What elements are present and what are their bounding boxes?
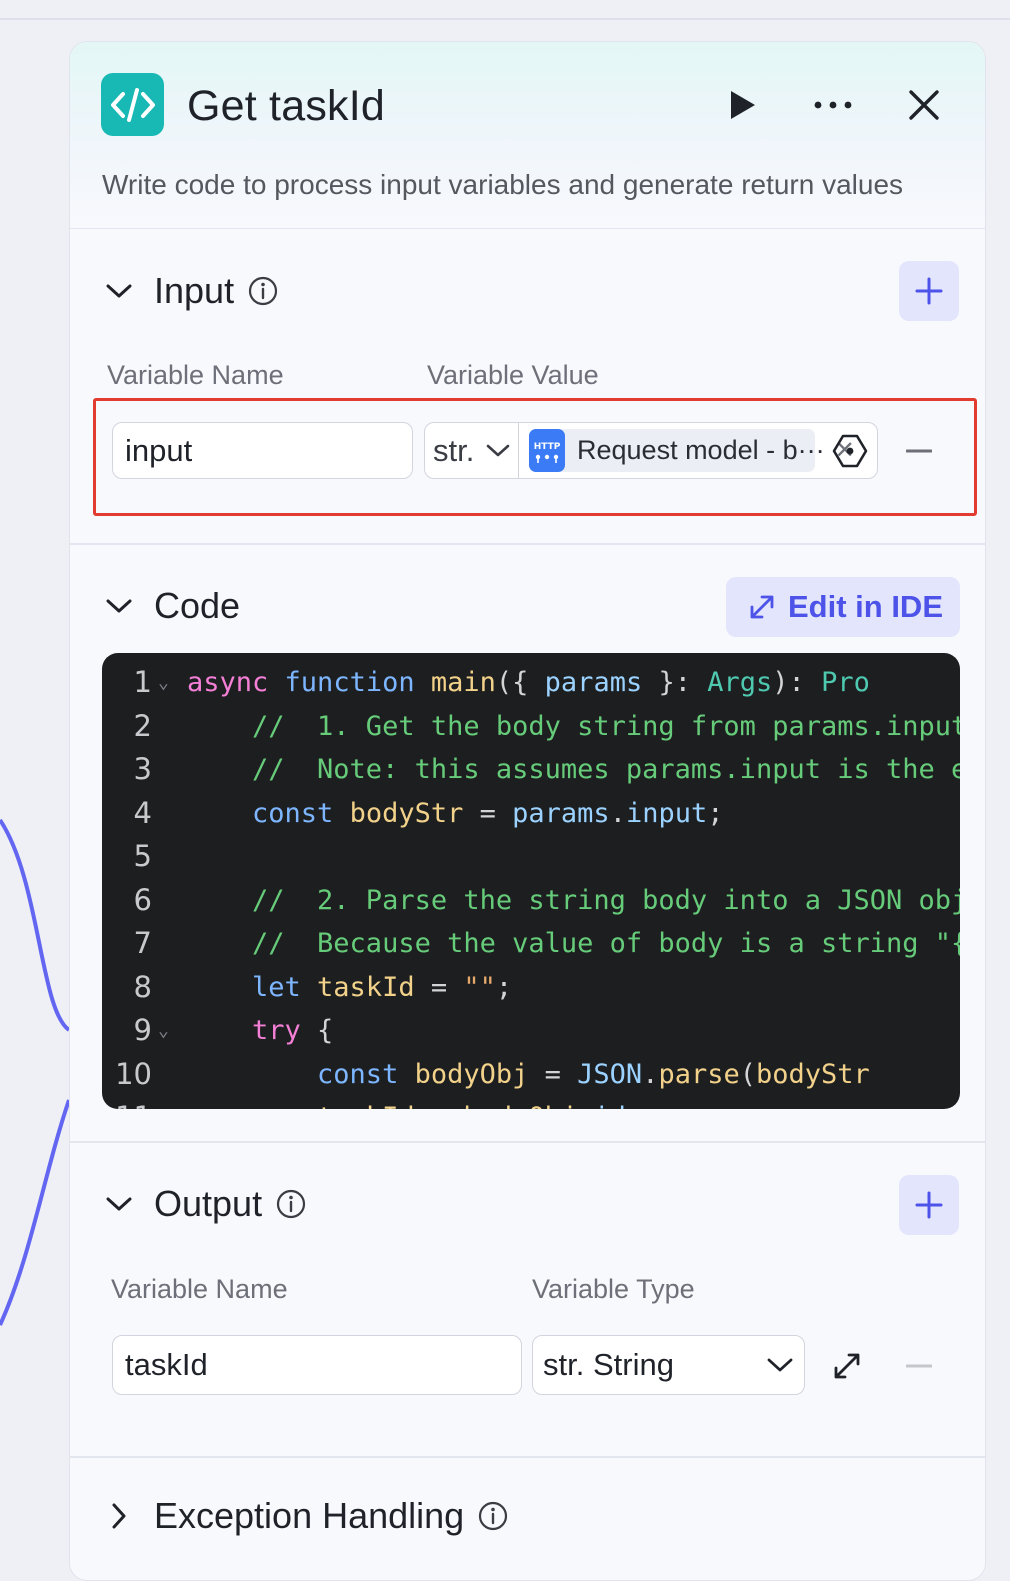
line-number: 3: [133, 752, 152, 786]
add-input-button[interactable]: [899, 261, 959, 321]
input-variable-name-value: input: [125, 432, 193, 468]
plus-icon: [915, 277, 943, 305]
output-variable-name-field[interactable]: taskId: [112, 1335, 522, 1395]
edit-in-ide-button[interactable]: Edit in IDE: [726, 577, 960, 637]
chevron-down-icon[interactable]: [106, 593, 132, 619]
code-line[interactable]: 2 // 1. Get the body string from params.…: [102, 705, 960, 748]
run-button[interactable]: [719, 82, 765, 128]
output-col-type-label: Variable Type: [532, 1274, 695, 1304]
plus-icon: [915, 1191, 943, 1219]
expand-icon: [750, 595, 774, 619]
code-text: // Note: this assumes params.input is th…: [252, 754, 960, 785]
run-icon: [731, 91, 755, 119]
code-section-title: Code: [154, 585, 241, 626]
node-description: Write code to process input variables an…: [102, 169, 904, 200]
output-type-value: str. String: [543, 1347, 674, 1382]
input-section-header[interactable]: Input: [106, 270, 278, 312]
code-icon: [101, 73, 164, 136]
input-type-select[interactable]: str.: [425, 423, 519, 478]
line-number: 7: [133, 926, 152, 960]
output-section-title: Output: [154, 1183, 263, 1224]
exception-section-header[interactable]: Exception Handling: [106, 1495, 508, 1537]
code-line[interactable]: 1 ⌄ async function main({ params }: Args):…: [102, 661, 960, 704]
chevron-right-icon[interactable]: [106, 1503, 132, 1529]
svg-text:HTTP: HTTP: [534, 442, 561, 452]
minus-icon: [906, 449, 932, 453]
chevron-down-icon: [487, 444, 510, 456]
code-line[interactable]: 3 // Note: this assumes params.input is …: [102, 748, 960, 791]
output-col-name-label: Variable Name: [111, 1274, 288, 1304]
minus-icon: [906, 1364, 932, 1368]
expand-output-icon[interactable]: [825, 1344, 869, 1388]
code-line[interactable]: 6 // 2. Parse the string body into a JSO…: [102, 879, 960, 922]
add-output-button[interactable]: [899, 1175, 959, 1235]
code-line[interactable]: 7 // Because the value of body is a stri…: [102, 922, 960, 965]
line-number: 8: [133, 969, 152, 1004]
panel-header: Get taskId Write code to process input v…: [70, 42, 985, 229]
http-icon: HTTP: [529, 429, 565, 472]
variable-picker-icon[interactable]: [831, 432, 869, 470]
code-line[interactable]: 8 let taskId = "";: [102, 966, 960, 1009]
line-number: 11: [102, 1096, 152, 1109]
more-button[interactable]: [810, 82, 856, 128]
output-type-select[interactable]: str. String: [532, 1335, 805, 1395]
code-text: // Because the value of body is a string…: [252, 928, 960, 959]
code-text: // 2. Parse the string body into a JSON …: [187, 884, 960, 916]
code-editor[interactable]: 1 ⌄ async function main({ params }: Args):…: [102, 653, 960, 1109]
output-section-header[interactable]: Output: [106, 1183, 306, 1225]
line-number: 5: [133, 839, 152, 873]
code-line[interactable]: 5: [102, 835, 960, 878]
code-line[interactable]: 11 taskId = bodyObj.id;: [102, 1096, 960, 1109]
code-text: // 1. Get the body string from params.in…: [187, 710, 960, 742]
close-icon: [909, 90, 939, 120]
chevron-down-icon: [767, 1358, 793, 1371]
input-col-name-label: Variable Name: [107, 360, 284, 390]
info-icon[interactable]: [478, 1501, 508, 1531]
node-title[interactable]: Get taskId: [187, 82, 385, 131]
more-icon: [814, 101, 852, 109]
code-text: try {: [187, 1015, 334, 1046]
variable-reference-tag[interactable]: HTTP Request model - b··· ✕: [529, 429, 855, 472]
variable-reference-label: Request model - b···: [577, 435, 825, 465]
input-variable-value: str. HTTP Request model - b··· ✕: [424, 422, 878, 479]
remove-output-button[interactable]: [899, 1346, 939, 1386]
line-number: 1: [133, 665, 152, 699]
chevron-down-icon[interactable]: [106, 278, 132, 304]
node-config-panel: Get taskId Write code to process input v…: [69, 41, 986, 1581]
code-text: let taskId = "";: [187, 971, 513, 1003]
line-number: 4: [133, 795, 152, 830]
line-number: 9: [133, 1013, 152, 1047]
line-number: 10: [115, 1056, 152, 1091]
info-icon[interactable]: [248, 276, 278, 306]
code-line[interactable]: 9 ⌄ try {: [102, 1009, 960, 1052]
edit-in-ide-label: Edit in IDE: [788, 589, 943, 624]
close-button[interactable]: [901, 82, 947, 128]
input-section-title: Input: [154, 270, 235, 311]
code-section-header[interactable]: Code: [106, 585, 240, 627]
section-divider: [70, 1141, 985, 1143]
section-divider: [70, 543, 985, 545]
input-type-value: str.: [433, 432, 475, 468]
fold-chevron-icon[interactable]: ⌄: [158, 661, 169, 704]
code-text: const bodyObj = JSON.parse(bodyStr: [187, 1058, 870, 1090]
info-icon[interactable]: [276, 1189, 306, 1219]
workflow-edge: [0, 818, 70, 1326]
section-divider: [70, 1456, 985, 1458]
input-variable-name-field[interactable]: input: [112, 422, 413, 479]
code-line[interactable]: 4 const bodyStr = params.input;: [102, 792, 960, 835]
line-number: 6: [133, 882, 152, 917]
line-number: 2: [133, 708, 152, 743]
output-variable-name-value: taskId: [125, 1347, 208, 1382]
code-text: const bodyStr = params.input;: [187, 797, 724, 829]
remove-input-button[interactable]: [899, 431, 939, 471]
exception-section-title: Exception Handling: [154, 1495, 465, 1536]
code-text: taskId = bodyObj.id;: [187, 1096, 642, 1109]
canvas-top-border: [0, 18, 1010, 20]
chevron-down-icon[interactable]: [106, 1191, 132, 1217]
code-text: async function main({ params }: Args): P…: [187, 667, 870, 698]
input-col-value-label: Variable Value: [427, 360, 599, 390]
fold-chevron-icon[interactable]: ⌄: [158, 1009, 169, 1052]
code-line[interactable]: 10 const bodyObj = JSON.parse(bodyStr: [102, 1053, 960, 1096]
